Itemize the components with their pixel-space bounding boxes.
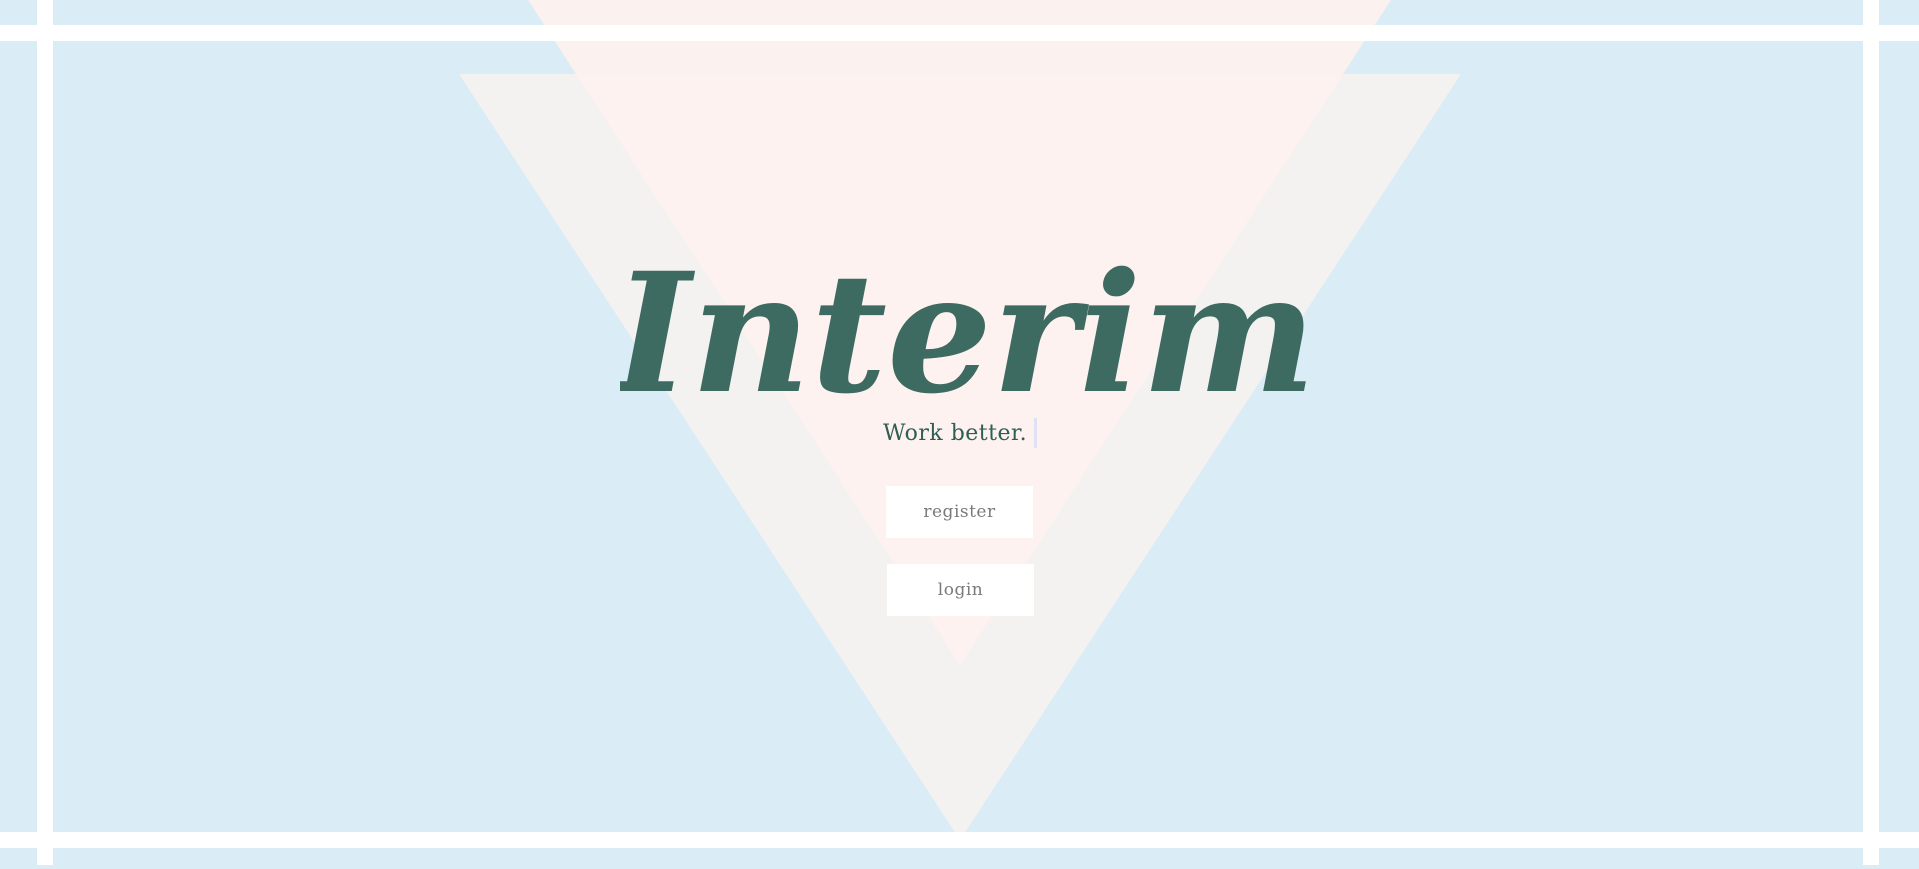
tagline: Work better. xyxy=(883,421,1028,446)
register-button[interactable]: register xyxy=(886,486,1033,538)
login-button[interactable]: login xyxy=(887,564,1034,616)
landing-content: Interim Work better. register login xyxy=(0,0,1919,865)
logo-wordmark: Interim xyxy=(620,236,1310,430)
logo: Interim xyxy=(610,236,1317,436)
text-cursor xyxy=(1034,418,1037,448)
